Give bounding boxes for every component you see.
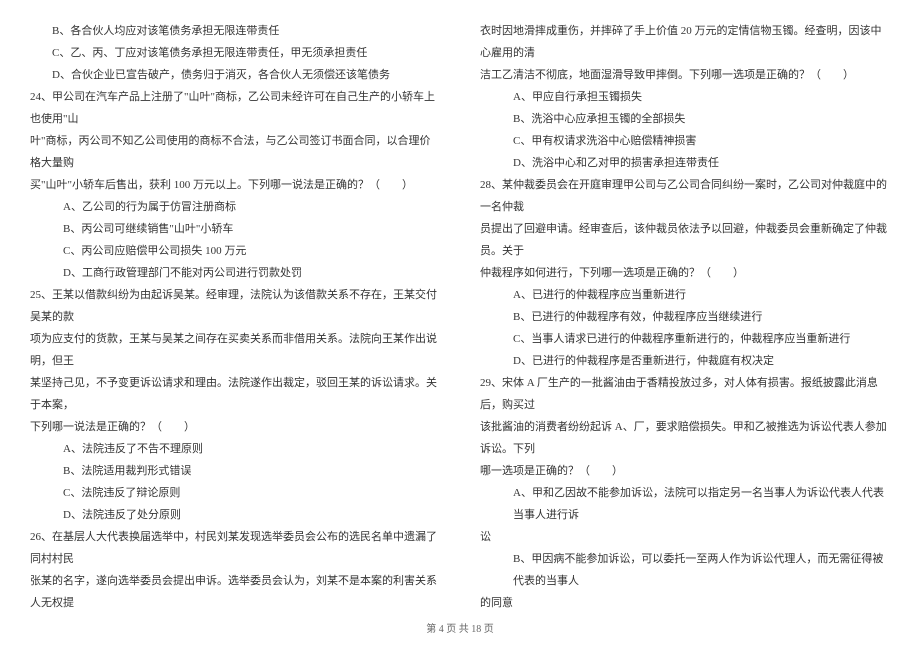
question-text: 该批酱油的消费者纷纷起诉 A、厂，要求赔偿损失。甲和乙被推选为诉讼代表人参加诉讼… — [480, 416, 890, 460]
question-text: 哪一选项是正确的？（ ） — [480, 460, 890, 482]
question-text: 24、甲公司在汽车产品上注册了"山叶"商标，乙公司未经许可在自己生产的小轿车上也… — [30, 86, 440, 130]
question-text: 某坚持己见，不予变更诉讼请求和理由。法院遂作出裁定，驳回王某的诉讼请求。关于本案… — [30, 372, 440, 416]
option-text: B、洗浴中心应承担玉镯的全部损失 — [480, 108, 890, 130]
page-footer: 第 4 页 共 18 页 — [30, 620, 890, 640]
option-text: C、乙、丙、丁应对该笔债务承担无限连带责任，甲无须承担责任 — [30, 42, 440, 64]
option-text: C、甲有权请求洗浴中心赔偿精神损害 — [480, 130, 890, 152]
option-text: D、洗浴中心和乙对甲的损害承担连带责任 — [480, 152, 890, 174]
option-text: B、法院适用裁判形式错误 — [30, 460, 440, 482]
option-text: 讼 — [480, 526, 890, 548]
option-text: C、当事人请求已进行的仲裁程序重新进行的，仲裁程序应当重新进行 — [480, 328, 890, 350]
question-text: 仲裁程序如何进行，下列哪一选项是正确的？（ ） — [480, 262, 890, 284]
option-text: 的同意 — [480, 592, 890, 612]
document-content: B、各合伙人均应对该笔债务承担无限连带责任 C、乙、丙、丁应对该笔债务承担无限连… — [30, 20, 890, 612]
question-text: 张某的名字，遂向选举委员会提出申诉。选举委员会认为，刘某不是本案的利害关系人无权… — [30, 570, 440, 612]
left-column: B、各合伙人均应对该笔债务承担无限连带责任 C、乙、丙、丁应对该笔债务承担无限连… — [30, 20, 440, 612]
right-column: 衣时因地滑摔成重伤，并摔碎了手上价值 20 万元的定情信物玉镯。经查明，因该中心… — [480, 20, 890, 612]
option-text: A、甲和乙因故不能参加诉讼，法院可以指定另一名当事人为诉讼代表人代表当事人进行诉 — [480, 482, 890, 526]
question-text: 29、宋体 A 厂生产的一批酱油由于香精投放过多，对人体有损害。报纸披露此消息后… — [480, 372, 890, 416]
option-text: C、丙公司应赔偿甲公司损失 100 万元 — [30, 240, 440, 262]
question-text: 28、某仲裁委员会在开庭审理甲公司与乙公司合同纠纷一案时，乙公司对仲裁庭中的一名… — [480, 174, 890, 218]
option-text: A、甲应自行承担玉镯损失 — [480, 86, 890, 108]
question-text: 员提出了回避申请。经审查后，该仲裁员依法予以回避，仲裁委员会重新确定了仲裁员。关… — [480, 218, 890, 262]
option-text: B、甲因病不能参加诉讼，可以委托一至两人作为诉讼代理人，而无需征得被代表的当事人 — [480, 548, 890, 592]
option-text: A、乙公司的行为属于仿冒注册商标 — [30, 196, 440, 218]
question-text: 叶"商标，丙公司不知乙公司使用的商标不合法，与乙公司签订书面合同，以合理价格大量… — [30, 130, 440, 174]
option-text: B、丙公司可继续销售"山叶"小轿车 — [30, 218, 440, 240]
question-text: 26、在基层人大代表换届选举中，村民刘某发现选举委员会公布的选民名单中遗漏了同村… — [30, 526, 440, 570]
option-text: A、已进行的仲裁程序应当重新进行 — [480, 284, 890, 306]
question-text: 25、王某以借款纠纷为由起诉吴某。经审理，法院认为该借款关系不存在，王某交付吴某… — [30, 284, 440, 328]
question-text: 下列哪一说法是正确的？（ ） — [30, 416, 440, 438]
question-text: 项为应支付的货款，王某与吴某之间存在买卖关系而非借用关系。法院向王某作出说明，但… — [30, 328, 440, 372]
option-text: B、已进行的仲裁程序有效，仲裁程序应当继续进行 — [480, 306, 890, 328]
question-text: 买"山叶"小轿车后售出，获利 100 万元以上。下列哪一说法是正确的？（ ） — [30, 174, 440, 196]
option-text: D、已进行的仲裁程序是否重新进行，仲裁庭有权决定 — [480, 350, 890, 372]
option-text: C、法院违反了辩论原则 — [30, 482, 440, 504]
question-text: 洁工乙清洁不彻底，地面湿滑导致甲摔倒。下列哪一选项是正确的？（ ） — [480, 64, 890, 86]
option-text: B、各合伙人均应对该笔债务承担无限连带责任 — [30, 20, 440, 42]
option-text: D、工商行政管理部门不能对丙公司进行罚款处罚 — [30, 262, 440, 284]
option-text: D、法院违反了处分原则 — [30, 504, 440, 526]
option-text: D、合伙企业已宣告破产，债务归于消灭，各合伙人无须偿还该笔债务 — [30, 64, 440, 86]
question-text: 衣时因地滑摔成重伤，并摔碎了手上价值 20 万元的定情信物玉镯。经查明，因该中心… — [480, 20, 890, 64]
option-text: A、法院违反了不告不理原则 — [30, 438, 440, 460]
